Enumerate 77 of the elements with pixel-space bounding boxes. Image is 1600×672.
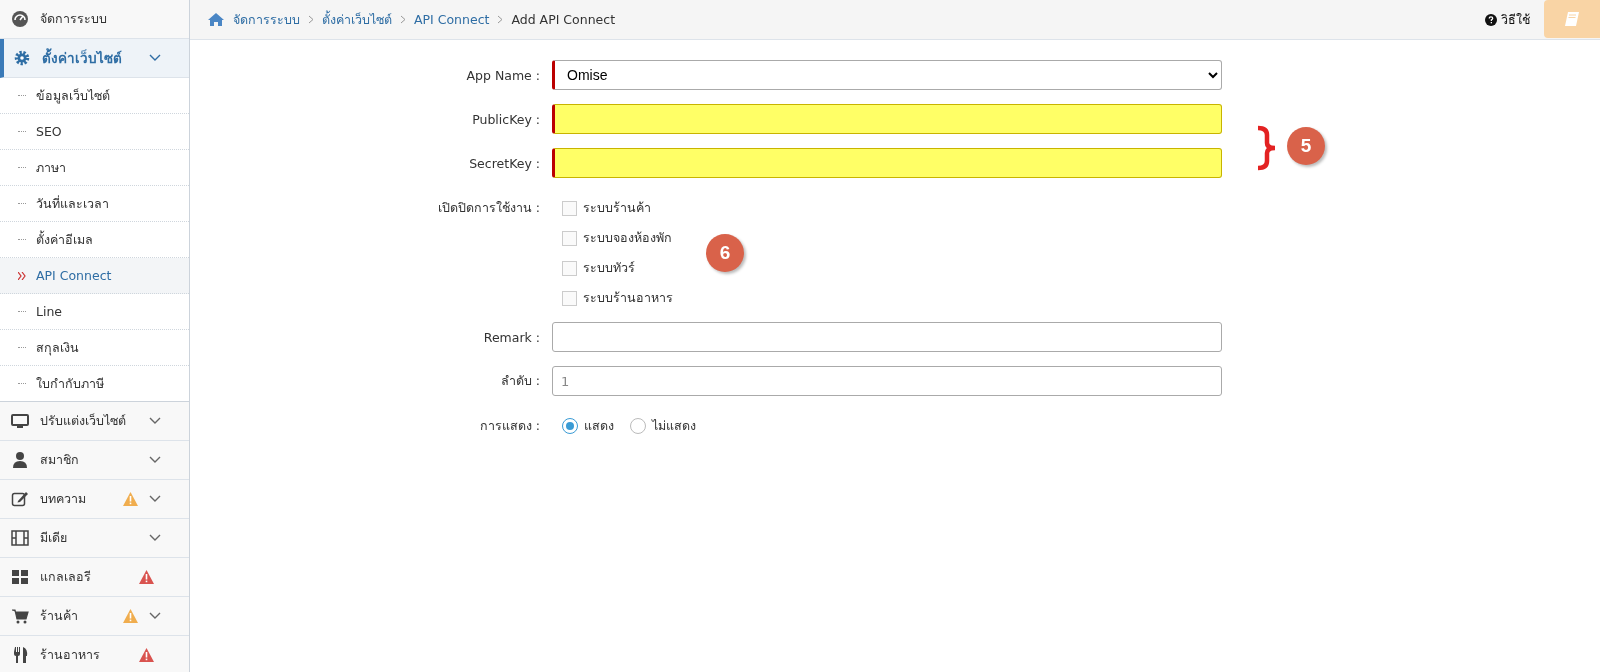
sidebar-label: แกลเลอรี — [40, 568, 92, 586]
cart-icon — [10, 607, 30, 625]
sidebar-item[interactable]: ปรับแต่งเว็บไซต์ — [0, 402, 189, 441]
input-field[interactable] — [552, 148, 1222, 178]
sidebar-label: จัดการระบบ — [40, 10, 108, 28]
book-icon — [1564, 11, 1580, 27]
radio-button[interactable] — [630, 418, 646, 434]
home-icon[interactable] — [207, 12, 225, 27]
field-label: App Name : — [465, 67, 540, 83]
checkbox-label: ระบบจองห้องพัก — [583, 229, 672, 247]
submenu-item[interactable]: ข้อมูลเว็บไซต์ — [0, 78, 189, 114]
monitor-icon — [10, 412, 30, 430]
breadcrumb-link[interactable]: จัดการระบบ — [233, 9, 300, 30]
field-label: ลำดับ : — [499, 372, 540, 390]
manual-button[interactable] — [1544, 0, 1600, 38]
double-chevron-icon — [18, 271, 26, 280]
field-label: PublicKey : — [471, 111, 540, 127]
chevron-icon — [400, 15, 406, 24]
sidebar-label: ตั้งค่าเว็บไซต์ — [42, 47, 123, 68]
chevron-icon[interactable] — [149, 456, 161, 464]
checkbox[interactable] — [562, 290, 577, 306]
gear-icon — [12, 49, 32, 67]
chevron-icon[interactable] — [149, 54, 161, 62]
field-label: เปิดปิดการใช้งาน : — [436, 199, 540, 217]
help-link[interactable]: วิธีใช้ — [1501, 9, 1530, 30]
user-icon — [10, 451, 30, 469]
radio-label: แสดง — [584, 417, 614, 435]
field-label: SecretKey : — [468, 155, 540, 171]
field-label: Remark : — [482, 329, 540, 345]
sidebar-item[interactable]: ร้านอาหาร — [0, 636, 189, 672]
submenu-item[interactable]: Line — [0, 294, 189, 330]
app-name-select[interactable]: Omise — [552, 60, 1222, 90]
breadcrumb-link[interactable]: API Connect — [414, 12, 490, 27]
sidebar-item[interactable]: บทความ — [0, 480, 189, 519]
submenu-item[interactable]: SEO — [0, 114, 189, 150]
sidebar-label: บทความ — [40, 490, 87, 508]
gauge-icon — [10, 10, 30, 28]
checkbox-label: ระบบร้านอาหาร — [583, 289, 673, 307]
breadcrumb-link[interactable]: ตั้งค่าเว็บไซต์ — [322, 9, 392, 30]
chevron-icon[interactable] — [149, 534, 161, 542]
chevron-icon[interactable] — [149, 495, 161, 503]
grid-icon — [10, 568, 30, 586]
submenu-item[interactable]: วันที่และเวลา — [0, 186, 189, 222]
field-label: การแสดง : — [478, 417, 540, 435]
sidebar-item[interactable]: สมาชิก — [0, 441, 189, 480]
chevron-icon[interactable] — [149, 612, 161, 620]
input-field[interactable] — [552, 104, 1222, 134]
sidebar-item[interactable]: ตั้งค่าเว็บไซต์ — [0, 39, 189, 78]
checkbox[interactable] — [562, 260, 577, 276]
number-badge: 6 — [706, 234, 744, 272]
film-icon — [10, 529, 30, 547]
chevron-icon — [308, 15, 314, 24]
number-badge: 5 — [1287, 127, 1325, 165]
sidebar-item[interactable]: ร้านค้า — [0, 597, 189, 636]
checkbox-label: ระบบร้านค้า — [583, 199, 651, 217]
submenu-item[interactable]: สกุลเงิน — [0, 330, 189, 366]
radio-button[interactable] — [562, 418, 578, 434]
sidebar-item[interactable]: แกลเลอรี — [0, 558, 189, 597]
submenu-item[interactable]: ภาษา — [0, 150, 189, 186]
sidebar-label: ร้านอาหาร — [40, 646, 101, 664]
checkbox[interactable] — [562, 200, 577, 216]
checkbox-label: ระบบทัวร์ — [583, 259, 635, 277]
submenu-item[interactable]: ใบกำกับภาษี — [0, 366, 189, 401]
sidebar-label: ปรับแต่งเว็บไซต์ — [40, 412, 127, 430]
chevron-icon — [497, 15, 504, 24]
input-field[interactable]: 1 — [552, 366, 1222, 396]
radio-label: ไม่แสดง — [652, 417, 696, 435]
help-icon — [1485, 13, 1497, 26]
sidebar-item[interactable]: มีเดีย — [0, 519, 189, 558]
sidebar-label: สมาชิก — [40, 451, 80, 469]
checkbox[interactable] — [562, 230, 577, 246]
sidebar-label: ร้านค้า — [40, 607, 79, 625]
input-field[interactable] — [552, 322, 1222, 352]
edit-icon — [10, 490, 30, 508]
submenu-item[interactable]: API Connect — [0, 258, 189, 294]
chevron-icon[interactable] — [149, 417, 161, 425]
sidebar-label: มีเดีย — [40, 529, 68, 547]
